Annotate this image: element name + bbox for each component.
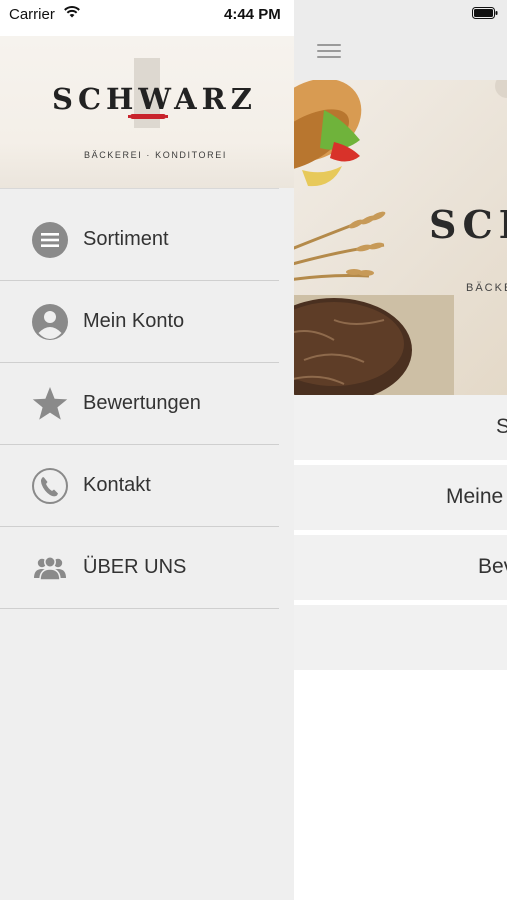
main-row-label: S: [496, 415, 507, 438]
drawer-item-label: Mein Konto: [83, 310, 185, 332]
carrier-label: Carrier: [9, 6, 55, 23]
drawer-item-sortiment[interactable]: Sortiment: [0, 199, 279, 281]
drawer-item-label: Kontakt: [83, 474, 151, 496]
main-row-bewertungen[interactable]: Bev: [294, 535, 507, 602]
divider: [0, 188, 279, 189]
drawer-item-bewertungen[interactable]: Bewertungen: [0, 363, 279, 445]
hero-brand-text: SCH: [429, 202, 507, 247]
drawer-item-kontakt[interactable]: Kontakt: [0, 445, 279, 527]
drawer-item-label: ÜBER UNS: [83, 556, 187, 578]
drawer-header-logo: SCHWARZ BÄCKEREI · KONDITOREI: [0, 36, 294, 188]
hamburger-menu-icon[interactable]: [317, 41, 343, 61]
wifi-icon: [64, 6, 80, 18]
group-icon: [34, 556, 66, 581]
main-row-empty: [294, 605, 507, 670]
status-time: 4:44 PM: [224, 6, 281, 23]
drawer-item-ueber-uns[interactable]: ÜBER UNS: [0, 527, 279, 609]
user-icon: [32, 304, 68, 340]
phone-icon: [32, 468, 68, 504]
status-bar: Carrier 4:44 PM: [0, 0, 294, 36]
drawer-item-mein-konto[interactable]: Mein Konto: [0, 281, 279, 363]
brand-tagline: BÄCKEREI · KONDITOREI: [84, 150, 227, 160]
side-drawer: Carrier 4:44 PM SCHWARZ BÄCKEREI · KONDI…: [0, 0, 294, 900]
list-icon: [32, 222, 68, 258]
drawer-item-label: Bewertungen: [83, 392, 201, 414]
main-row-sortiment[interactable]: S: [294, 395, 507, 462]
battery-icon: [472, 7, 498, 19]
main-row-label: Meine: [446, 485, 504, 508]
drawer-item-label: Sortiment: [83, 228, 169, 250]
main-row-label: Bev: [478, 555, 507, 578]
main-row-mein-konto[interactable]: Meine: [294, 465, 507, 532]
main-hero-banner: SCH BÄCKE: [294, 80, 507, 395]
hero-tagline-text: BÄCKE: [466, 282, 507, 294]
star-icon: [32, 387, 68, 420]
brand-logo-text: SCHWARZ: [52, 82, 257, 116]
main-screen: SCH BÄCKE S Meine Bev: [294, 0, 507, 900]
